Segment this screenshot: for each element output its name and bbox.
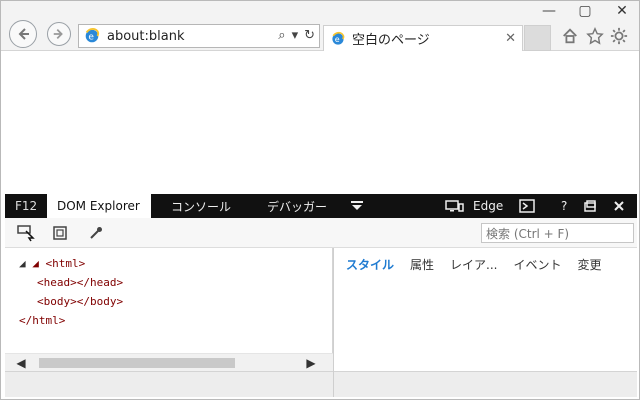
tab-layout[interactable]: レイア... (450, 256, 497, 273)
new-tab-button[interactable] (524, 25, 551, 51)
forward-button[interactable] (47, 22, 71, 46)
select-element-button[interactable] (15, 222, 37, 244)
tab-close-button[interactable]: ✕ (505, 31, 516, 46)
document-mode[interactable]: Edge (473, 194, 503, 218)
home-button[interactable] (559, 25, 581, 47)
devtools-search-input[interactable]: 検索 (Ctrl + F) (481, 223, 634, 243)
address-tools: ⌕ ▾ ↻ (278, 28, 315, 43)
right-status-area (334, 371, 637, 397)
scroll-right-button[interactable]: ▶ (303, 355, 319, 371)
highlight-box-button[interactable] (49, 222, 71, 244)
console-toggle-button[interactable] (519, 194, 535, 218)
devtools-tab-debugger[interactable]: デバッガー (257, 194, 337, 218)
dropdown-icon[interactable]: ▾ (292, 28, 299, 43)
devtools-tab-dom-explorer[interactable]: DOM Explorer (47, 194, 151, 218)
dom-tree: ◢ ◢ <html> <head></head> <body></body> <… (19, 254, 123, 330)
help-button[interactable]: ? (561, 194, 567, 218)
svg-text:e: e (335, 35, 340, 44)
back-arrow-icon (18, 28, 29, 40)
devtools-tab-f12[interactable]: F12 (5, 194, 47, 218)
tab-changes[interactable]: 変更 (578, 256, 602, 273)
settings-button[interactable] (608, 25, 630, 47)
browser-tab[interactable]: e 空白のページ ✕ (323, 25, 523, 51)
devtools-close-button[interactable] (613, 194, 625, 218)
color-picker-button[interactable] (85, 222, 107, 244)
home-icon (563, 28, 577, 44)
close-window-button[interactable]: ✕ (603, 1, 639, 21)
scroll-thumb[interactable] (39, 358, 235, 368)
undock-button[interactable] (583, 194, 597, 218)
tab-attributes[interactable]: 属性 (410, 256, 434, 273)
browser-window: — ▢ ✕ e about:blank ⌕ ▾ ↻ e 空白のページ ✕ F12… (0, 0, 640, 400)
url-text: about:blank (107, 28, 185, 44)
select-pointer-icon (17, 225, 35, 242)
devtools-tabbar: F12 DOM Explorer コンソール デバッガー Edge ? (5, 194, 637, 218)
styles-tabs: スタイル 属性 レイア... イベント 変更 (346, 256, 602, 273)
tab-title: 空白のページ (352, 33, 430, 48)
undock-icon (584, 200, 596, 212)
devtools-tab-console[interactable]: コンソール (161, 194, 241, 218)
styles-pane: スタイル 属性 レイア... イベント 変更 (334, 248, 637, 371)
device-emulation-icon (445, 200, 464, 212)
address-bar[interactable]: e about:blank ⌕ ▾ ↻ (78, 24, 320, 48)
scroll-left-button[interactable]: ◀ (13, 355, 29, 371)
emulation-button[interactable] (445, 194, 465, 218)
tab-events[interactable]: イベント (513, 256, 561, 273)
maximize-button[interactable]: ▢ (567, 1, 603, 21)
dom-explorer-toolbar: 検索 (Ctrl + F) (5, 218, 637, 248)
tab-ie-icon: e (332, 31, 345, 45)
star-icon (586, 27, 604, 45)
dom-node-html-close[interactable]: </html> (19, 311, 123, 330)
favorites-button[interactable] (584, 25, 606, 47)
eyedropper-icon (90, 227, 102, 239)
horizontal-scrollbar[interactable]: ◀ ▶ (5, 353, 333, 371)
box-model-icon (53, 226, 67, 240)
browser-chrome: — ▢ ✕ e about:blank ⌕ ▾ ↻ e 空白のページ ✕ (1, 1, 639, 51)
tab-styles[interactable]: スタイル (346, 256, 394, 273)
gear-icon (610, 27, 628, 45)
ie-logo-icon: e (85, 28, 100, 43)
back-button[interactable] (9, 20, 37, 48)
search-icon[interactable]: ⌕ (278, 28, 285, 43)
svg-text:e: e (88, 33, 94, 43)
refresh-icon[interactable]: ↻ (304, 28, 315, 43)
dom-node-html-open[interactable]: ◢ ◢ <html> (19, 254, 123, 273)
terminal-icon (519, 199, 535, 213)
forward-arrow-icon (53, 29, 63, 39)
dom-node-body[interactable]: <body></body> (37, 292, 123, 311)
chevron-down-icon (351, 201, 363, 210)
dom-node-head[interactable]: <head></head> (37, 273, 123, 292)
minimize-button[interactable]: — (531, 1, 567, 21)
left-status-area (5, 371, 333, 397)
close-icon (614, 201, 624, 211)
devtools-more-button[interactable] (341, 194, 373, 218)
